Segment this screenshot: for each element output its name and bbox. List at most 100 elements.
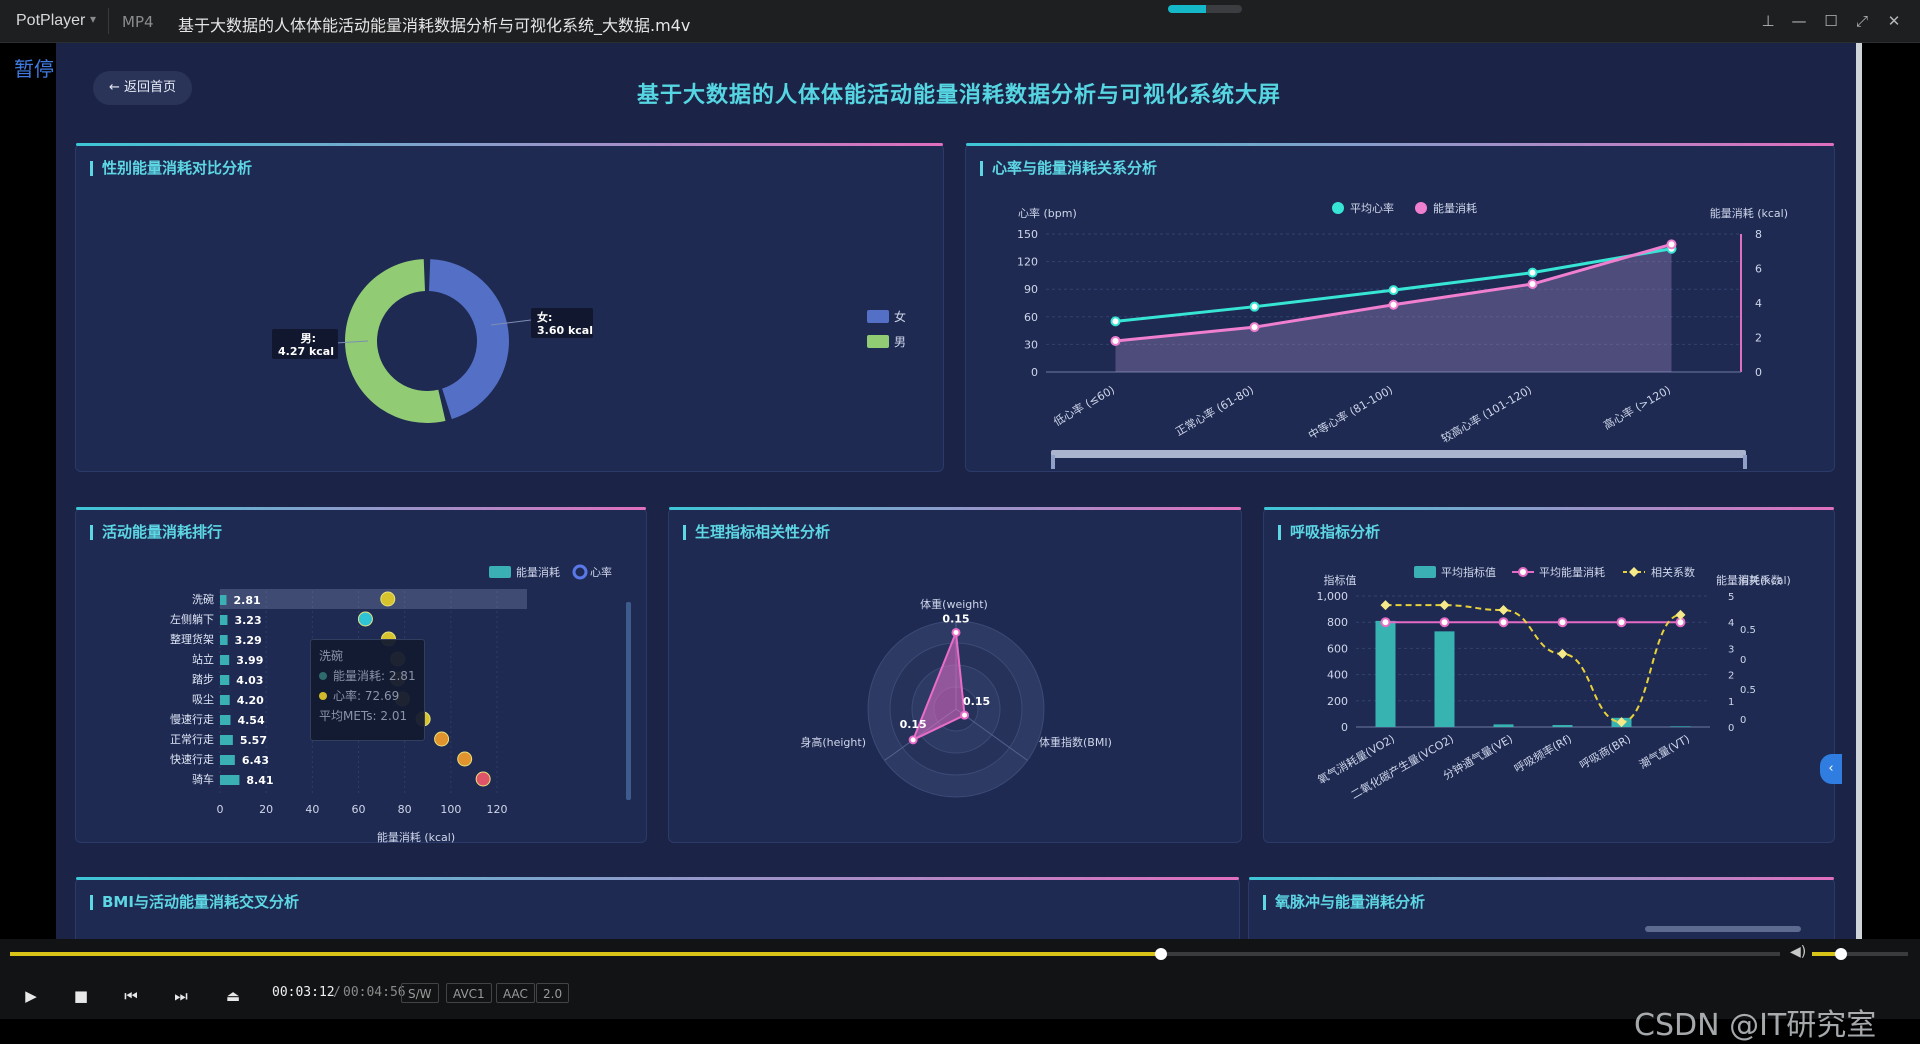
next-icon[interactable]: ⏭ (170, 987, 192, 1007)
eject-icon[interactable]: ⏏ (222, 987, 244, 1007)
tooltip: 洗碗 能量消耗: 2.81 心率: 72.69 平均METs: 2.01 (310, 639, 425, 741)
y-tick-right: 1 (1728, 697, 1734, 708)
legend-marker-heart-rate (572, 564, 588, 580)
app-name[interactable]: PotPlayer (16, 12, 85, 30)
category-label: 踏步 (192, 672, 214, 686)
legend-label-heart-rate: 心率 (590, 565, 612, 579)
tag-video-codec[interactable]: AVC1 (446, 983, 492, 1003)
vertical-scrollbar[interactable] (1856, 43, 1862, 939)
x-tick-label: 呼吸频率(Rf) (1511, 731, 1574, 775)
hover-highlight (220, 589, 527, 609)
radar-value-label: 0.15 (942, 612, 969, 625)
y-tick-right: 4 (1728, 618, 1734, 629)
energy-value-label: 4.03 (236, 674, 263, 687)
category-label: 正常行走 (170, 733, 214, 746)
category-label: 慢速行走 (170, 713, 214, 726)
energy-point (1380, 617, 1391, 628)
y-tick-right: 5 (1728, 592, 1734, 603)
radar-point (960, 710, 970, 720)
gender-energy-panel: 性别能量消耗对比分析 女: 3.60 kcal 男: 4.27 kcal 女 男 (75, 143, 944, 472)
radar-indicator-bmi: 体重指数(BMI) (1039, 735, 1112, 749)
y-tick-left: 600 (1327, 642, 1348, 655)
y-tick-right: 0 (1755, 366, 1762, 379)
data-zoom-handle-right[interactable] (1743, 455, 1747, 469)
gender-donut-chart: 女: 3.60 kcal 男: 4.27 kcal 女 男 (272, 259, 906, 423)
tooltip-energy: 能量消耗: 2.81 (333, 669, 416, 683)
heart-rate-point (1388, 285, 1399, 296)
side-toggle-chevron-icon[interactable]: ‹ (1820, 754, 1842, 784)
close-icon[interactable]: ✕ (1882, 10, 1906, 32)
energy-bar (220, 695, 230, 705)
y-tick-right-secondary: 0 (1740, 655, 1746, 666)
energy-bar (220, 675, 230, 685)
seek-bar[interactable] (10, 948, 1780, 960)
data-label-male-name: 男: (301, 332, 316, 345)
y-tick-left: 60 (1024, 311, 1038, 324)
category-label: 站立 (192, 652, 214, 666)
x-tick-label: 中等心率 (81-100) (1306, 382, 1395, 442)
energy-value-label: 3.23 (234, 614, 261, 627)
tooltip-title: 洗碗 (319, 649, 344, 663)
correlation-point (1675, 609, 1686, 620)
y-tick-left: 800 (1327, 616, 1348, 629)
volume-icon[interactable]: ◀) (1790, 944, 1806, 960)
radar-point (951, 627, 961, 637)
time-separator: / (333, 985, 341, 1000)
data-zoom-slider[interactable] (626, 602, 631, 800)
previous-icon[interactable]: ⏮ (120, 987, 142, 1007)
tag-renderer[interactable]: S/W (401, 983, 439, 1003)
radar-value-label: 0.15 (900, 718, 927, 731)
energy-value-label: 4.54 (237, 714, 264, 727)
format-label: MP4 (122, 13, 154, 31)
pin-icon[interactable]: ⊥ (1756, 10, 1780, 32)
x-tick-label: 20 (259, 803, 273, 816)
data-zoom-bar[interactable] (1051, 450, 1746, 458)
legend-label-energy: 平均能量消耗 (1539, 565, 1605, 579)
x-tick-label: 0 (217, 803, 224, 816)
app-menu-chevron-icon[interactable]: ▾ (90, 12, 96, 26)
energy-bar (220, 755, 235, 765)
data-label-female-value: 3.60 kcal (537, 324, 593, 337)
physio-correlation-panel: 生理指标相关性分析 体重(weight) 体重指数(BMI) 身高(height… (668, 507, 1242, 843)
energy-point (1666, 239, 1677, 250)
x-tick-label: 120 (487, 803, 508, 816)
indicator-bar (1670, 726, 1691, 727)
pie-slice-female (428, 259, 509, 420)
seek-knob[interactable] (1154, 948, 1167, 960)
tooltip-energy-row: 能量消耗: 2.81 (319, 666, 416, 686)
stop-icon[interactable]: ■ (70, 987, 92, 1007)
x-tick-label: 40 (305, 803, 319, 816)
tag-audio-codec[interactable]: AAC (496, 983, 535, 1003)
indicator-bar (1493, 724, 1514, 727)
y-axis-left-title: 心率 (bpm) (1018, 206, 1077, 220)
divider (108, 8, 109, 34)
fullscreen-icon[interactable]: ⤢ (1850, 10, 1874, 32)
y-tick-left: 400 (1327, 669, 1348, 682)
x-tick-label: 高心率 (>120) (1601, 382, 1673, 432)
y-tick-right: 4 (1755, 297, 1762, 310)
y-tick-left: 120 (1017, 256, 1038, 269)
maximize-icon[interactable]: ☐ (1819, 10, 1843, 32)
player-title-bar: PotPlayer ▾ MP4 基于大数据的人体体能活动能量消耗数据分析与可视化… (0, 0, 1920, 43)
y-tick-left: 0 (1341, 721, 1348, 734)
minimize-icon[interactable]: — (1787, 10, 1811, 32)
video-viewport[interactable]: ← 返回首页 基于大数据的人体体能活动能量消耗数据分析与可视化系统大屏 性别能量… (56, 43, 1862, 939)
y-tick-left: 200 (1327, 695, 1348, 708)
y-tick-right: 2 (1755, 332, 1762, 345)
category-label: 整理货架 (170, 632, 214, 646)
category-label: 左侧躺下 (170, 612, 214, 626)
legend-swatch-male (867, 335, 889, 348)
data-zoom-handle-left[interactable] (1051, 455, 1055, 469)
volume-slider[interactable] (1812, 948, 1908, 960)
y-tick-left: 1,000 (1317, 590, 1349, 603)
y-tick-right: 3 (1728, 644, 1734, 655)
x-tick-label: 60 (352, 803, 366, 816)
legend-swatch-female (867, 310, 889, 323)
x-axis-title: 能量消耗 (kcal) (377, 830, 455, 844)
tag-audio-channels[interactable]: 2.0 (536, 983, 570, 1003)
y-axis-right-title: 能量消耗 (kcal) (1710, 206, 1788, 220)
dashboard-title: 基于大数据的人体体能活动能量消耗数据分析与可视化系统大屏 (636, 83, 1281, 108)
heart-rate-point (1249, 301, 1260, 312)
x-tick-label: 正常心率 (61-80) (1173, 382, 1256, 438)
play-icon[interactable]: ▶ (20, 987, 42, 1007)
